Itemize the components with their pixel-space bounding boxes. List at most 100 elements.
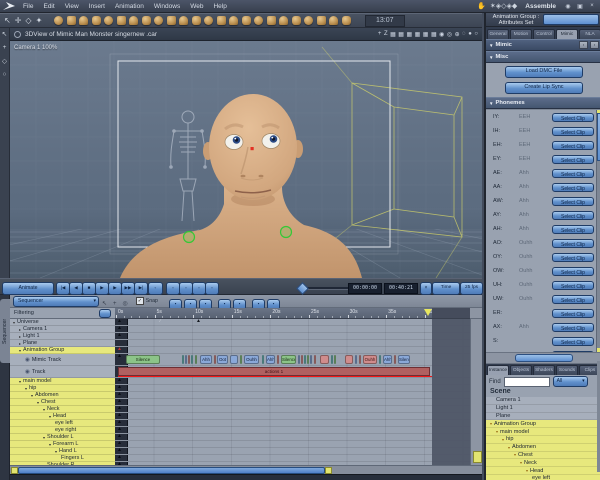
selection-point[interactable]	[250, 147, 254, 151]
panel-splitter[interactable]	[486, 352, 600, 364]
keyframe-marker[interactable]: ▲	[117, 326, 122, 332]
hscroll-left-cap[interactable]	[11, 467, 18, 474]
animate-popup[interactable]: Animate	[2, 282, 54, 295]
primitive-tool-icon[interactable]	[279, 16, 289, 25]
select-clip-button[interactable]: Select Clip	[552, 322, 594, 332]
primitive-tool-icon[interactable]	[104, 16, 114, 25]
tool-icon[interactable]: ↖	[2, 30, 7, 38]
track-label-neck[interactable]: ▾ Neck	[10, 406, 115, 413]
keyframe-marker[interactable]: ▲	[117, 385, 122, 391]
phoneme-clip[interactable]: Oot	[217, 355, 228, 364]
keyframe-marker[interactable]: ▲	[117, 399, 122, 405]
track-label-plane[interactable]: ▸ Plane	[10, 340, 115, 347]
expand-triangle-icon[interactable]: ▸	[19, 341, 21, 346]
timeline-ruler[interactable]: 0s5s10s15s20s25s30s35s40s45s	[115, 308, 470, 319]
phoneme-clip-tick[interactable]	[314, 355, 316, 364]
scene-item-neck[interactable]: ▾ Neck	[486, 459, 600, 468]
select-clip-button[interactable]: Select Clip	[552, 266, 594, 276]
select-clip-button[interactable]: Select Clip	[552, 168, 594, 178]
expand-triangle-icon[interactable]: ▾	[526, 468, 528, 473]
keyframe-marker[interactable]: ▲	[117, 413, 122, 419]
select-clip-button[interactable]: Select Clip	[552, 308, 594, 318]
phoneme-clip-tick[interactable]	[214, 355, 216, 364]
scene-item-hip[interactable]: ▾ hip	[486, 435, 600, 444]
primitive-tool-icon[interactable]	[329, 16, 339, 25]
section-option-button[interactable]: ▪	[579, 41, 588, 49]
select-clip-button[interactable]: Select Clip	[552, 336, 594, 346]
hscroll-right-cap[interactable]	[325, 467, 332, 474]
viewport-tool-icon[interactable]: ◌	[462, 31, 466, 38]
visibility-eye-icon[interactable]: ◉	[25, 357, 30, 363]
track-timeline-cell[interactable]: ▲	[115, 427, 482, 434]
browser-tab-sounds[interactable]: Sounds	[556, 365, 578, 375]
close-time-button[interactable]: ×	[420, 282, 432, 295]
draw-tool-icon[interactable]: ◆	[512, 3, 517, 10]
keyframe-marker[interactable]: ▲	[117, 347, 122, 353]
mode-label[interactable]: Assemble	[525, 3, 556, 10]
loop-button[interactable]: ▫	[148, 282, 163, 295]
track-timeline-cell[interactable]: ▲	[115, 441, 482, 448]
browser-tab-instance[interactable]: Instance	[487, 365, 509, 375]
phoneme-clip-tick[interactable]	[188, 355, 190, 364]
phoneme-clip-tick[interactable]	[394, 355, 396, 364]
track-timeline-cell[interactable]: ▲ Silence Ahh Oot Ouhh Ahh Silence Ouhh Ahh Silen…	[115, 354, 482, 366]
track-timeline-cell[interactable]: ▲	[115, 406, 482, 413]
track-label-eye-right[interactable]: eye right	[10, 427, 115, 434]
phonemes-scrollbar[interactable]	[596, 110, 600, 352]
keyframe-marker[interactable]: ▲	[117, 448, 122, 454]
select-clip-button[interactable]: Select Clip	[552, 126, 594, 136]
panel-options-button[interactable]	[543, 14, 599, 25]
track-label-main-model[interactable]: ▾ main model	[10, 378, 115, 385]
expand-triangle-icon[interactable]: ▾	[37, 400, 39, 405]
phoneme-clip-tick[interactable]	[304, 355, 306, 364]
scene-item-abdomen[interactable]: ▾ Abdomen	[486, 443, 600, 452]
viewport-tool-icon[interactable]: ▦	[406, 31, 412, 38]
track-timeline-cell[interactable]: actions 1	[115, 366, 482, 378]
track-timeline-cell[interactable]: ▲	[115, 392, 482, 399]
select-clip-button[interactable]: Select Clip	[552, 252, 594, 262]
track-timeline-cell[interactable]: ▲	[115, 455, 482, 462]
find-input[interactable]	[503, 376, 550, 387]
phoneme-clip[interactable]: Ahh	[200, 355, 212, 364]
hscroll-thumb[interactable]	[18, 467, 325, 474]
track-label-mimic-track[interactable]: ◉ Mimic Track	[10, 354, 115, 366]
tab-control[interactable]: Control	[533, 29, 555, 39]
create-lipsync-button[interactable]: Create Lip Sync	[505, 82, 583, 94]
eye-icon[interactable]: ◉	[564, 3, 572, 10]
track-timeline-cell[interactable]: ▲	[115, 378, 482, 385]
scale-tool-icon[interactable]: ✦	[36, 16, 43, 25]
phoneme-clip-tick[interactable]	[195, 355, 197, 364]
keyframe-marker[interactable]: ▲	[117, 455, 122, 461]
phoneme-clip-tick[interactable]	[185, 355, 187, 364]
transport-button[interactable]: |◀	[56, 282, 70, 295]
scene-item-plane[interactable]: Plane	[486, 412, 600, 421]
3d-viewport[interactable]	[10, 41, 482, 278]
scene-item-camera-1[interactable]: Camera 1	[486, 397, 600, 405]
track-label-chest[interactable]: ▾ Chest	[10, 399, 115, 406]
track-label-hand-l[interactable]: ▾ Hand L	[10, 448, 115, 455]
action-bar[interactable]: actions 1	[118, 367, 430, 376]
select-clip-button[interactable]: Select Clip	[552, 238, 594, 248]
expand-triangle-icon[interactable]: ▾	[502, 437, 504, 442]
timeline-hscrollbar[interactable]	[10, 465, 482, 474]
select-tool-icon[interactable]: ↖	[4, 16, 11, 25]
tool-icon[interactable]: +	[3, 44, 7, 51]
expand-triangle-icon[interactable]: ▾	[19, 379, 21, 384]
transport-button[interactable]: ■	[82, 282, 96, 295]
keyframe-marker[interactable]: ▲	[117, 378, 122, 384]
select-clip-button[interactable]: Select Clip	[552, 280, 594, 290]
viewport-tool-icon[interactable]: ▦	[398, 31, 404, 38]
checkbox-icon[interactable]: ✓	[135, 297, 144, 305]
keyframe-marker[interactable]: ▲	[117, 441, 122, 447]
scene-item-head[interactable]: ▾ Head	[486, 467, 600, 475]
menu-item-file[interactable]: File	[18, 3, 38, 10]
timeline-vscrollbar[interactable]	[470, 319, 482, 465]
phoneme-clip[interactable]: Ahh	[383, 355, 392, 364]
track-label-light-1[interactable]: ▸ Light 1	[10, 333, 115, 340]
primitive-tool-icon[interactable]	[266, 16, 276, 25]
collapse-triangle-icon[interactable]: ▼	[489, 55, 493, 60]
primitive-tool-icon[interactable]	[229, 16, 239, 25]
pan-tool-icon[interactable]: ✛	[15, 16, 22, 25]
tab-sequencer[interactable]: Sequencer	[0, 299, 10, 363]
track-timeline-cell[interactable]: ▲	[115, 413, 482, 420]
